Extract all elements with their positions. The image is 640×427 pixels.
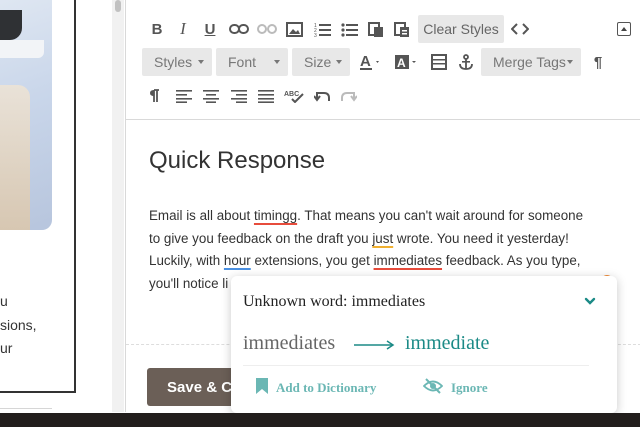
background-color-icon[interactable]: A (394, 48, 420, 76)
svg-text:A: A (360, 53, 371, 70)
preview-text-line: sions, (0, 317, 37, 333)
bottom-bar (0, 413, 640, 427)
source-code-icon[interactable] (509, 15, 531, 43)
align-left-icon[interactable] (174, 82, 194, 110)
paragraph-mark-icon[interactable]: ¶ (588, 48, 608, 76)
merge-tags-label: Merge Tags (493, 54, 566, 70)
preview-image (0, 0, 52, 230)
clear-styles-button[interactable]: Clear Styles (418, 15, 504, 43)
preview-text-line: u (0, 293, 8, 309)
preview-text-line: ur (0, 340, 13, 356)
size-dropdown[interactable]: Size (292, 48, 350, 76)
ignore-label: Ignore (451, 380, 488, 395)
grammar-flag-word[interactable]: just (372, 231, 393, 246)
body-text: extensions, you get (250, 253, 374, 269)
table-icon[interactable] (429, 48, 449, 76)
body-text: Luckily, with (149, 253, 224, 269)
add-to-dictionary-button[interactable]: Add to Dictionary (256, 378, 376, 398)
scrollbar-thumb[interactable] (115, 0, 121, 12)
ltr-icon[interactable] (146, 82, 164, 110)
flagged-word[interactable]: hour (224, 253, 251, 268)
align-center-icon[interactable] (201, 82, 221, 110)
link-icon[interactable] (228, 15, 250, 43)
underline-icon[interactable]: U (201, 15, 219, 43)
body-text: Email is all about (149, 208, 254, 223)
svg-text:A: A (397, 56, 406, 70)
bookmark-icon (256, 378, 268, 398)
styles-dropdown[interactable]: Styles (142, 48, 212, 76)
body-text: you'll notice li (149, 275, 229, 291)
italic-icon[interactable]: I (174, 15, 192, 43)
bold-icon[interactable]: B (148, 15, 166, 43)
scrollbar-track[interactable] (112, 0, 124, 412)
original-word: immediates (243, 332, 336, 354)
image-icon[interactable] (284, 15, 304, 43)
paste-icon[interactable] (366, 15, 386, 43)
font-dropdown-label: Font (228, 54, 257, 70)
spellcheck-popup: Unknown word: immediates immediates imme… (231, 276, 617, 413)
text-color-icon[interactable]: A (359, 48, 383, 76)
popup-heading: Unknown word: immediates (243, 293, 426, 310)
numbered-list-icon[interactable]: 123 (312, 15, 332, 43)
body-text: to give you feedback on the draft you (149, 230, 373, 246)
misspelled-word[interactable]: timingg (254, 208, 297, 223)
suggested-word[interactable]: immediate (405, 332, 489, 355)
redo-icon[interactable] (339, 82, 359, 110)
undo-icon[interactable] (312, 82, 332, 110)
body-text: feedback. As you type, (442, 253, 581, 269)
collapse-icon[interactable] (617, 22, 631, 36)
align-right-icon[interactable] (229, 82, 249, 110)
arrow-right-icon (353, 338, 395, 356)
body-text: wrote. You need it yesterday! (393, 230, 569, 246)
merge-tags-dropdown[interactable]: Merge Tags (481, 48, 581, 76)
bulleted-list-icon[interactable] (339, 15, 359, 43)
misspelled-word[interactable]: immediates (374, 253, 442, 268)
styles-dropdown-label: Styles (154, 54, 193, 70)
svg-text:ABC: ABC (284, 91, 299, 98)
editor-toolbar: B I U 123 Clear Styles Styles Font Size … (126, 0, 640, 120)
spellcheck-icon[interactable]: ABC (283, 82, 305, 110)
body-text: . That means you can't wait around for s… (297, 208, 584, 223)
justify-icon[interactable] (256, 82, 276, 110)
font-dropdown[interactable]: Font (216, 48, 288, 76)
left-panel: u sions, ur (0, 0, 112, 412)
add-to-dictionary-label: Add to Dictionary (276, 380, 377, 395)
anchor-icon[interactable] (456, 48, 476, 76)
document-title[interactable]: Quick Response (149, 147, 325, 175)
divider (0, 408, 52, 409)
paste-text-icon[interactable] (392, 15, 412, 43)
eye-off-icon (422, 378, 444, 398)
svg-text:3: 3 (314, 33, 317, 37)
chevron-down-icon[interactable] (583, 293, 597, 305)
unlink-icon[interactable] (256, 15, 278, 43)
size-dropdown-label: Size (304, 54, 332, 70)
divider (243, 365, 589, 366)
ignore-button[interactable]: Ignore (422, 378, 488, 398)
